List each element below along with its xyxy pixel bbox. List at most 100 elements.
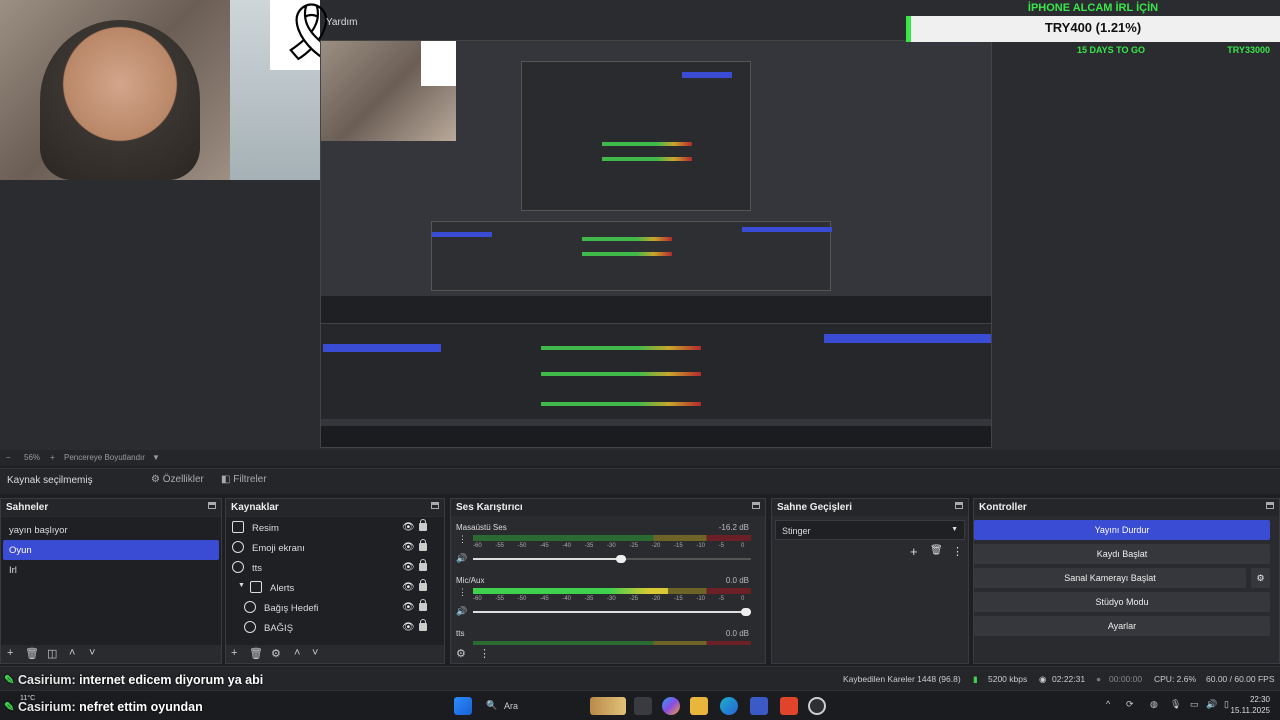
volume-slider-handle[interactable] xyxy=(615,555,626,563)
lock-icon[interactable] xyxy=(419,599,427,611)
zoom-out-button[interactable]: − xyxy=(6,453,11,462)
add-transition-icon[interactable]: + xyxy=(910,544,918,559)
remove-transition-icon[interactable]: 🗑 xyxy=(930,545,943,556)
file-explorer-icon[interactable] xyxy=(690,697,708,715)
lock-icon[interactable] xyxy=(419,559,427,571)
help-menu[interactable]: Yardım xyxy=(326,17,358,28)
source-item[interactable]: tts 👁 xyxy=(228,558,438,578)
battery-icon[interactable]: ▯ xyxy=(1224,699,1229,710)
float-dock-icon[interactable] xyxy=(208,502,216,509)
taskbar-search[interactable]: 🔍 Ara xyxy=(480,697,630,715)
move-up-icon[interactable]: ˄ xyxy=(294,647,300,659)
virtual-camera-gear-icon[interactable]: ⚙ xyxy=(1251,568,1270,588)
move-up-icon[interactable]: ˄ xyxy=(69,647,75,659)
add-scene-button[interactable]: + xyxy=(7,647,13,659)
meter-tick-label: 0 xyxy=(741,543,745,549)
stream-icon: ◉ xyxy=(1039,674,1047,684)
scene-item[interactable]: Irl xyxy=(3,560,219,580)
transition-select[interactable]: Stinger ▼ xyxy=(775,520,965,540)
source-item[interactable]: BAĞIŞ 👁 xyxy=(228,618,438,638)
lock-icon[interactable] xyxy=(419,579,427,591)
obs-studio-icon[interactable] xyxy=(808,697,826,715)
edge-browser-icon[interactable] xyxy=(720,697,738,715)
display-icon[interactable]: ▭ xyxy=(1190,699,1199,710)
source-item[interactable]: Bağış Hedefi 👁 xyxy=(228,598,438,618)
source-item[interactable]: ▼ Alerts 👁 xyxy=(228,578,438,598)
move-down-icon[interactable]: ˅ xyxy=(312,647,318,659)
visibility-eye-icon[interactable]: 👁 xyxy=(402,522,415,533)
move-down-icon[interactable]: ˅ xyxy=(89,647,95,659)
stream-time: 02:22:31 xyxy=(1052,674,1086,684)
visibility-eye-icon[interactable]: 👁 xyxy=(402,622,415,633)
source-item[interactable]: Resim 👁 xyxy=(228,518,438,538)
source-item[interactable]: Emoji ekranı 👁 xyxy=(228,538,438,558)
source-properties-gear-icon[interactable]: ⚙ xyxy=(271,647,281,660)
volume-slider[interactable] xyxy=(473,608,751,616)
visibility-eye-icon[interactable]: 👁 xyxy=(402,562,415,573)
volume-meter xyxy=(473,588,751,594)
scene-item[interactable]: yayın başlıyor xyxy=(3,520,219,540)
float-dock-icon[interactable] xyxy=(431,502,439,509)
start-recording-button[interactable]: Kaydı Başlat xyxy=(974,544,1270,564)
chevron-down-icon[interactable]: ▼ xyxy=(152,453,160,462)
taskbar-clock[interactable]: 22:30 15.11.2025 xyxy=(1231,694,1270,716)
donation-amount: TRY400 (1.21%) xyxy=(1044,20,1142,35)
network-app-icon[interactable]: ⟳ xyxy=(1126,699,1134,710)
visibility-eye-icon[interactable]: 👁 xyxy=(402,542,415,553)
remove-source-icon[interactable]: 🗑 xyxy=(249,647,263,660)
add-source-button[interactable]: + xyxy=(231,647,237,659)
meter-tick-label: -25 xyxy=(629,596,638,602)
brave-browser-icon[interactable] xyxy=(780,697,798,715)
store-icon[interactable] xyxy=(750,697,768,715)
meter-tick-label: -30 xyxy=(607,543,616,549)
no-source-label: Kaynak seçilmemiş xyxy=(7,475,93,486)
volume-slider-handle[interactable] xyxy=(741,608,751,616)
sources-title: Kaynaklar xyxy=(231,502,279,513)
float-dock-icon[interactable] xyxy=(1266,502,1274,509)
advanced-audio-gear-icon[interactable]: ⚙ xyxy=(456,647,466,660)
speaker-icon[interactable]: 🔊 xyxy=(456,553,467,564)
zoom-in-button[interactable]: + xyxy=(50,453,55,462)
meter-tick-label: -35 xyxy=(584,596,594,602)
filters-button[interactable]: ◧ Filtreler xyxy=(221,474,267,485)
lock-icon[interactable] xyxy=(419,519,427,531)
search-highlight-image xyxy=(590,697,626,715)
remove-scene-icon[interactable]: 🗑 xyxy=(25,647,39,660)
speaker-icon[interactable]: 🔊 xyxy=(1206,699,1217,710)
controls-title: Kontroller xyxy=(979,502,1027,513)
visibility-eye-icon[interactable]: 👁 xyxy=(402,602,415,613)
visibility-eye-icon[interactable]: 👁 xyxy=(402,582,415,593)
cpu-usage: CPU: 2.6% xyxy=(1154,674,1197,684)
more-options-icon[interactable]: ⋮ xyxy=(479,647,490,660)
microphone-icon[interactable]: 🎙 xyxy=(1170,699,1181,710)
track-menu-icon[interactable]: ⋮ xyxy=(458,534,467,545)
start-virtual-camera-button[interactable]: Sanal Kamerayı Başlat xyxy=(974,568,1246,588)
stop-stream-button[interactable]: Yayını Durdur xyxy=(974,520,1270,540)
scenes-header: Sahneler xyxy=(1,499,221,516)
float-dock-icon[interactable] xyxy=(752,502,760,509)
start-menu-icon[interactable] xyxy=(454,697,472,715)
controls-dock: Kontroller Yayını Durdur Kaydı Başlat Sa… xyxy=(973,498,1280,664)
copilot-icon[interactable] xyxy=(662,697,680,715)
float-dock-icon[interactable] xyxy=(955,502,963,509)
settings-button[interactable]: Ayarlar xyxy=(974,616,1270,636)
record-icon: ● xyxy=(1096,674,1102,684)
studio-mode-button[interactable]: Stüdyo Modu xyxy=(974,592,1270,612)
discord-icon[interactable]: ◍ xyxy=(1150,699,1158,710)
scene-filter-icon[interactable]: ◫ xyxy=(47,647,57,660)
speaker-icon[interactable]: 🔊 xyxy=(456,606,467,617)
properties-button[interactable]: ⚙ Özellikler xyxy=(151,474,204,485)
lock-icon[interactable] xyxy=(419,619,427,631)
meter-tick-label: -5 xyxy=(718,543,724,549)
fit-to-window-button[interactable]: Pencereye Boyutlandır xyxy=(64,453,145,462)
tray-chevron-icon[interactable]: ^ xyxy=(1106,699,1110,709)
volume-slider[interactable] xyxy=(473,555,751,563)
preview-canvas[interactable]: 🎗 Yardım İPHONE ALCAM İRL İÇİN TRY400 (1… xyxy=(0,0,1280,450)
track-menu-icon[interactable]: ⋮ xyxy=(458,587,467,598)
transition-more-icon[interactable]: ⋮ xyxy=(952,545,963,558)
scene-item[interactable]: Oyun xyxy=(3,540,219,560)
lock-icon[interactable] xyxy=(419,539,427,551)
chevron-down-icon[interactable]: ▼ xyxy=(238,582,245,589)
track-volume-db: 0.0 dB xyxy=(725,576,749,585)
task-view-icon[interactable] xyxy=(634,697,652,715)
